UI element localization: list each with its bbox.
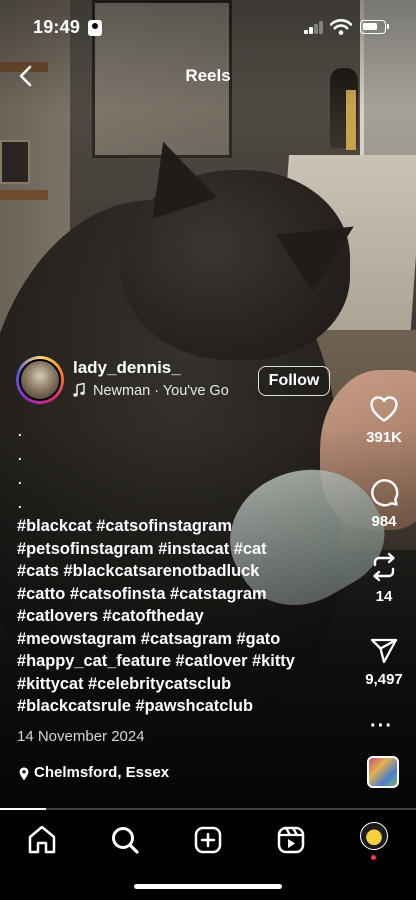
caption-dot: . [18, 472, 22, 487]
wifi-icon [330, 19, 352, 35]
video-photo-frame [0, 140, 30, 184]
signal-bar [309, 27, 313, 34]
caption-line: #petsofinstagram #instacat #cat [17, 539, 267, 558]
avatar[interactable] [16, 356, 64, 404]
notification-dot [371, 855, 376, 860]
avatar-image [19, 359, 61, 401]
status-time: 19:49 [33, 17, 81, 37]
status-bar: 19:49 [0, 0, 416, 56]
signal-bar [304, 30, 308, 34]
caption-hashtags[interactable]: #blackcat #catsofinstagram #petsofinstag… [17, 515, 347, 718]
reels-header: Reels [0, 56, 416, 96]
music-info[interactable]: Newman · You've Go [73, 383, 263, 401]
music-title: Newman · You've Go [93, 383, 229, 399]
profile-tab-avatar[interactable] [360, 822, 388, 850]
caption-line: #cats #blackcatsarenotbadluck [17, 562, 260, 580]
send-paper-plane-icon [370, 638, 398, 664]
repost-button[interactable]: 14 [356, 552, 412, 605]
share-button[interactable]: 9,497 [356, 637, 412, 688]
more-options-button[interactable]: ··· [370, 715, 396, 737]
comment-bubble-icon [371, 479, 399, 507]
cellular-signal-icon [304, 21, 324, 34]
page-title: Reels [185, 66, 231, 85]
location-name: Chelmsford, Essex [34, 764, 170, 781]
caption-line: #meowstagram #catsagram #gato [17, 629, 281, 648]
repost-arrows-icon [373, 552, 395, 582]
search-icon[interactable] [108, 823, 142, 857]
share-count: 9,497 [365, 671, 403, 688]
battery-icon [360, 20, 389, 34]
caption-line: #happy_cat_feature #catlover #kitty [17, 652, 295, 670]
heart-icon [370, 396, 398, 422]
home-icon[interactable] [25, 823, 59, 857]
caption-dot: . [18, 424, 22, 439]
video-shelf [0, 190, 48, 200]
reels-icon[interactable] [274, 823, 308, 857]
id-card-icon [88, 20, 102, 36]
audio-thumbnail[interactable] [367, 756, 399, 788]
author-username[interactable]: lady_dennis_ [73, 358, 181, 378]
comment-button[interactable]: 984 [356, 477, 412, 530]
caption-line: #blackcat #catsofinstagram [17, 517, 232, 535]
caption-line: #catto #catsofinsta #catstagram [17, 584, 267, 603]
follow-button[interactable]: Follow [258, 366, 330, 396]
caption-dot: . [18, 496, 22, 511]
home-indicator[interactable] [134, 884, 282, 889]
plus-square-icon[interactable] [191, 823, 225, 857]
caption-dot: . [18, 448, 22, 463]
caption-line: #catlovers #catoftheday [17, 607, 204, 625]
like-button[interactable]: 391K [356, 395, 412, 446]
like-count: 391K [366, 429, 402, 446]
post-date: 14 November 2024 [17, 728, 145, 745]
battery-level [363, 23, 377, 30]
caption-line: #blackcatsrule #pawshcatclub [17, 697, 253, 715]
location-pin-icon [19, 767, 29, 781]
caption-dots: . . . . [18, 420, 38, 516]
music-note-icon [73, 383, 85, 397]
signal-bar [319, 21, 323, 34]
repost-count: 14 [375, 588, 393, 605]
caption-line: #kittycat #celebritycatsclub [17, 674, 232, 693]
comment-count: 984 [371, 513, 397, 530]
signal-bar [314, 24, 318, 34]
